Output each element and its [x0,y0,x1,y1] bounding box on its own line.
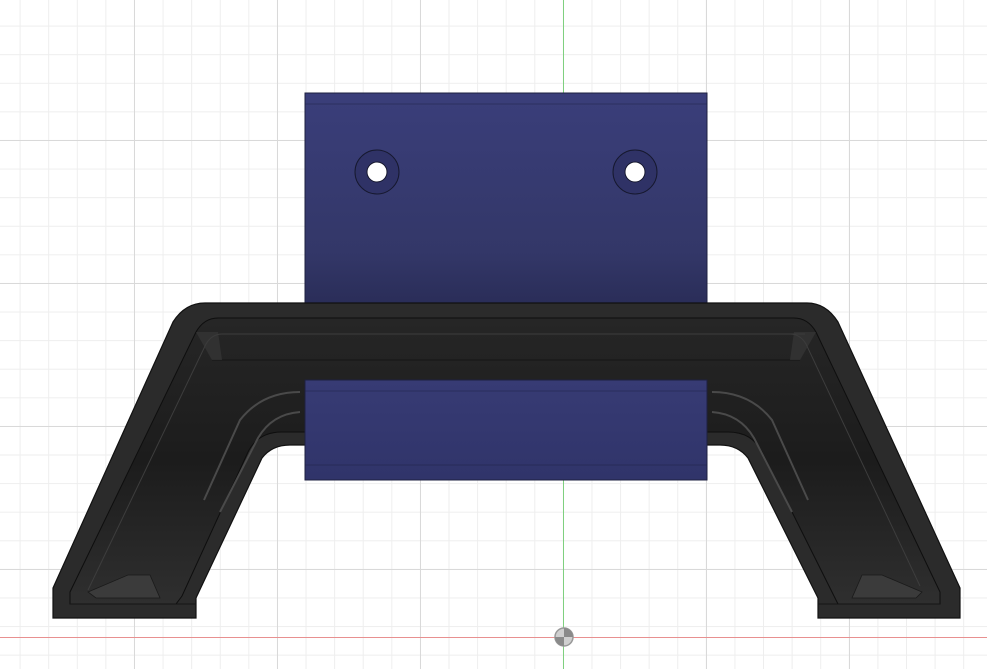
mounting-plate[interactable] [304,92,708,306]
model-render[interactable] [0,0,987,669]
mounting-hole-right[interactable] [612,149,658,195]
mounting-hole-left[interactable] [354,149,400,195]
origin-point-icon[interactable] [554,627,574,647]
design-canvas[interactable] [0,0,987,669]
mounting-plate-lower-bar[interactable] [304,379,708,481]
